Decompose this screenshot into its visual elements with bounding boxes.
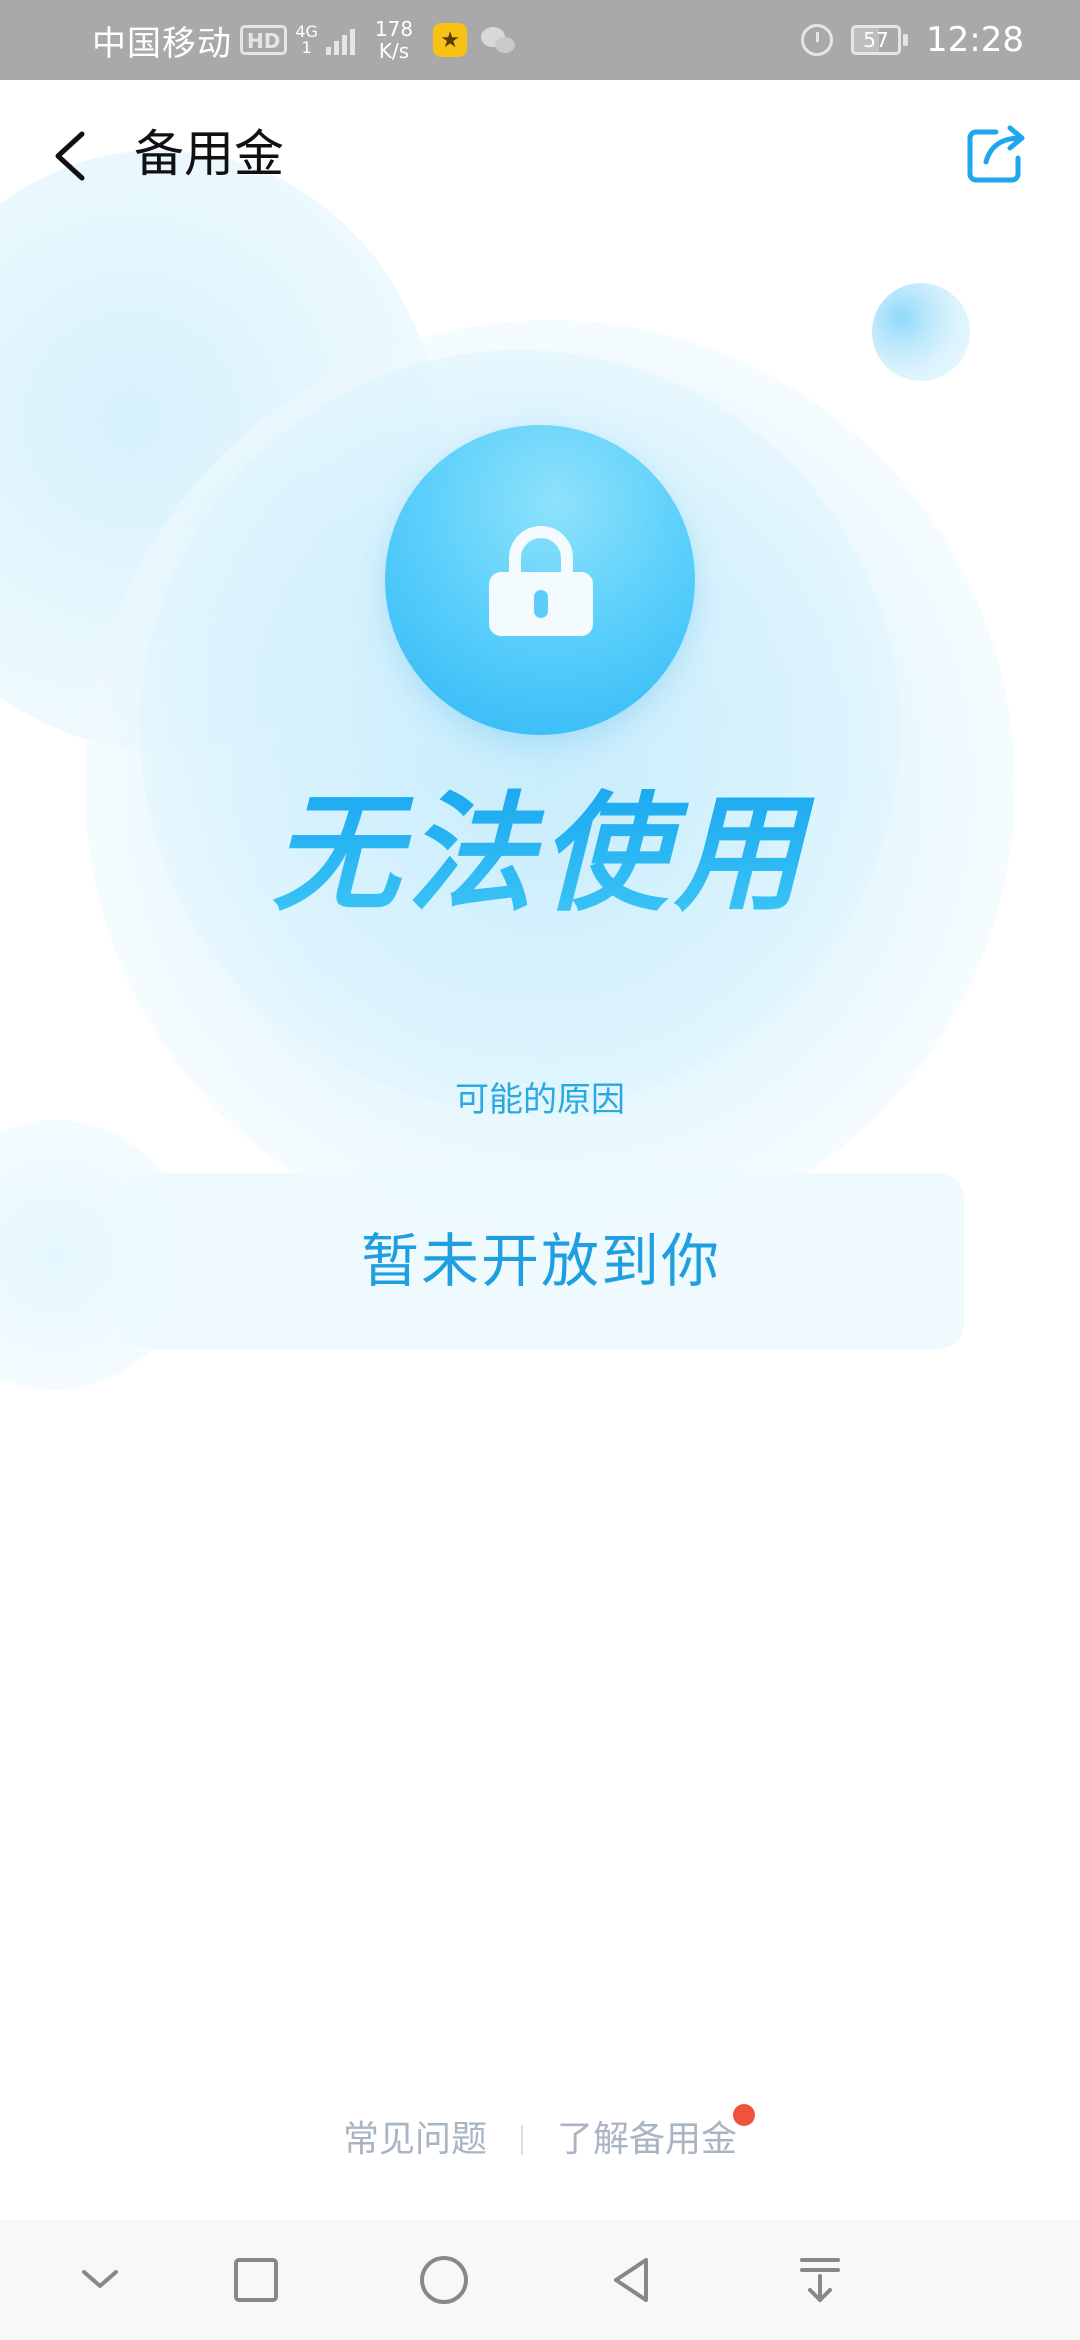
speed-value: 178 [374, 17, 414, 41]
learn-link-wrapper: 了解备用金 [557, 2104, 756, 2170]
status-left: 中国移动 HD 4G 1 178 K/s ★ [92, 0, 519, 80]
decorative-bubble-left [0, 150, 440, 750]
clock-time: 12:28 [926, 20, 1024, 60]
battery-level: 57 [863, 28, 889, 52]
hd-badge: HD [240, 25, 288, 55]
reason-text: 暂未开放到你 [360, 1227, 721, 1295]
chevron-left-icon[interactable] [46, 128, 92, 184]
header: 备用金 [0, 80, 1080, 226]
battery-icon: 57 [851, 25, 909, 55]
signal-icon [325, 25, 355, 55]
network-sub-label: 1 [301, 38, 312, 57]
learn-more-link[interactable]: 了解备用金 [557, 2119, 737, 2160]
alarm-clock-icon [801, 24, 834, 56]
decorative-bubble-small [872, 283, 970, 381]
reason-label: 可能的原因 [455, 1080, 625, 1120]
faq-link[interactable]: 常见问题 [343, 2110, 487, 2170]
status-bar: 中国移动 HD 4G 1 178 K/s ★ 57 12:28 [0, 0, 1080, 80]
carrier-name: 中国移动 [92, 23, 232, 64]
reason-card: 暂未开放到你 [118, 1173, 964, 1349]
recent-apps-icon[interactable] [226, 2250, 286, 2310]
share-icon[interactable] [962, 118, 1032, 188]
system-nav-bar [0, 2220, 1080, 2340]
page-title: 备用金 [134, 125, 284, 183]
running-app-icon: ★ [433, 23, 468, 57]
status-headline: 无法使用 [0, 780, 1080, 930]
chevron-down-icon[interactable] [70, 2250, 130, 2310]
notification-pull-down-icon[interactable] [790, 2250, 850, 2310]
wechat-icon [481, 25, 519, 55]
back-triangle-icon[interactable] [602, 2250, 662, 2310]
status-right: 57 12:28 [801, 0, 1024, 80]
home-icon[interactable] [414, 2250, 474, 2310]
screen: 中国移动 HD 4G 1 178 K/s ★ 57 12:28 备用金 无法使用… [0, 0, 1080, 2340]
footer-links: 常见问题 了解备用金 [0, 2104, 1080, 2170]
network-type: 4G 1 [295, 24, 318, 56]
battery-cap [903, 34, 909, 46]
speed-unit: K/s [378, 39, 410, 63]
footer-divider [521, 2125, 523, 2155]
lock-icon [489, 526, 593, 636]
battery-body: 57 [851, 25, 902, 55]
notification-dot [733, 2104, 756, 2126]
network-speed: 178 K/s [375, 18, 413, 62]
